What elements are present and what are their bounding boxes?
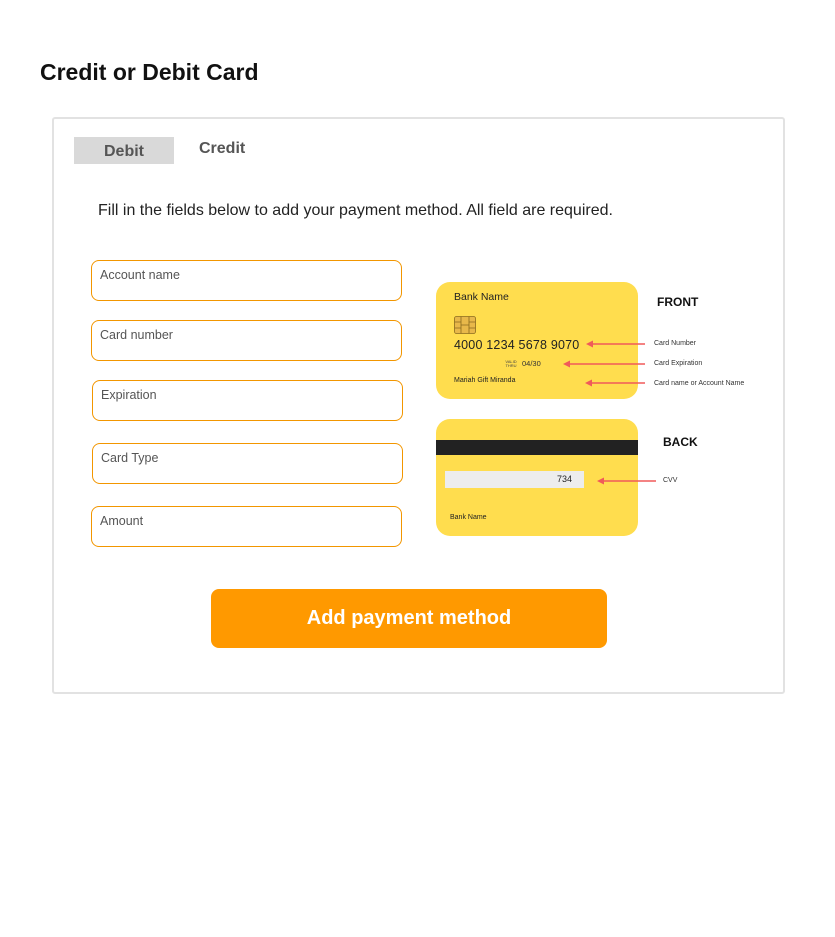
card-type-label: Card Type xyxy=(101,451,159,465)
card-type-input[interactable] xyxy=(101,464,394,480)
card-number-annotation: Card Number xyxy=(654,340,697,347)
card-number-label: Card number xyxy=(100,328,173,342)
amount-field[interactable]: Amount xyxy=(91,506,402,547)
card-bank-name: Bank Name xyxy=(454,291,509,303)
cvv-sample: 734 xyxy=(556,474,572,484)
valid-thru-label: VALID THRU xyxy=(505,359,517,368)
tab-credit[interactable]: Credit xyxy=(199,137,259,164)
card-back-bank-name: Bank Name xyxy=(450,514,487,521)
account-name-input[interactable] xyxy=(100,281,393,297)
card-number-field[interactable]: Card number xyxy=(91,320,402,361)
card-expiration-annotation: Card Expiration xyxy=(654,360,703,367)
back-heading: BACK xyxy=(663,435,698,449)
front-heading: FRONT xyxy=(657,295,699,309)
card-front-illustration: Bank Name 4000 1234 5678 9070 VALID THRU… xyxy=(436,282,638,399)
add-payment-method-button[interactable]: Add payment method xyxy=(211,589,607,648)
card-holder-sample: Mariah Gift Miranda xyxy=(454,377,516,384)
expiration-input[interactable] xyxy=(101,401,394,417)
page-title: Credit or Debit Card xyxy=(40,59,259,85)
tab-debit[interactable]: Debit xyxy=(74,137,174,164)
card-type-field[interactable]: Card Type xyxy=(92,443,403,484)
amount-input[interactable] xyxy=(100,527,393,543)
card-name-annotation: Card name or Account Name xyxy=(654,380,745,387)
amount-label: Amount xyxy=(100,514,144,528)
expiration-field[interactable]: Expiration xyxy=(92,380,403,421)
payment-panel: Debit Credit Fill in the fields below to… xyxy=(52,117,785,694)
card-back-illustration: 734 Bank Name xyxy=(436,419,638,536)
signature-panel: 734 xyxy=(445,471,584,488)
expiration-label: Expiration xyxy=(101,388,157,402)
magnetic-stripe xyxy=(436,440,638,455)
cvv-annotation: CVV xyxy=(663,477,678,484)
card-expiry-sample: 04/30 xyxy=(522,359,541,368)
account-name-field[interactable]: Account name xyxy=(91,260,402,301)
chip-icon xyxy=(454,316,476,334)
instructions-text: Fill in the fields below to add your pay… xyxy=(98,202,613,219)
card-number-sample: 4000 1234 5678 9070 xyxy=(454,338,580,352)
account-name-label: Account name xyxy=(100,268,180,282)
card-number-input[interactable] xyxy=(100,341,393,357)
